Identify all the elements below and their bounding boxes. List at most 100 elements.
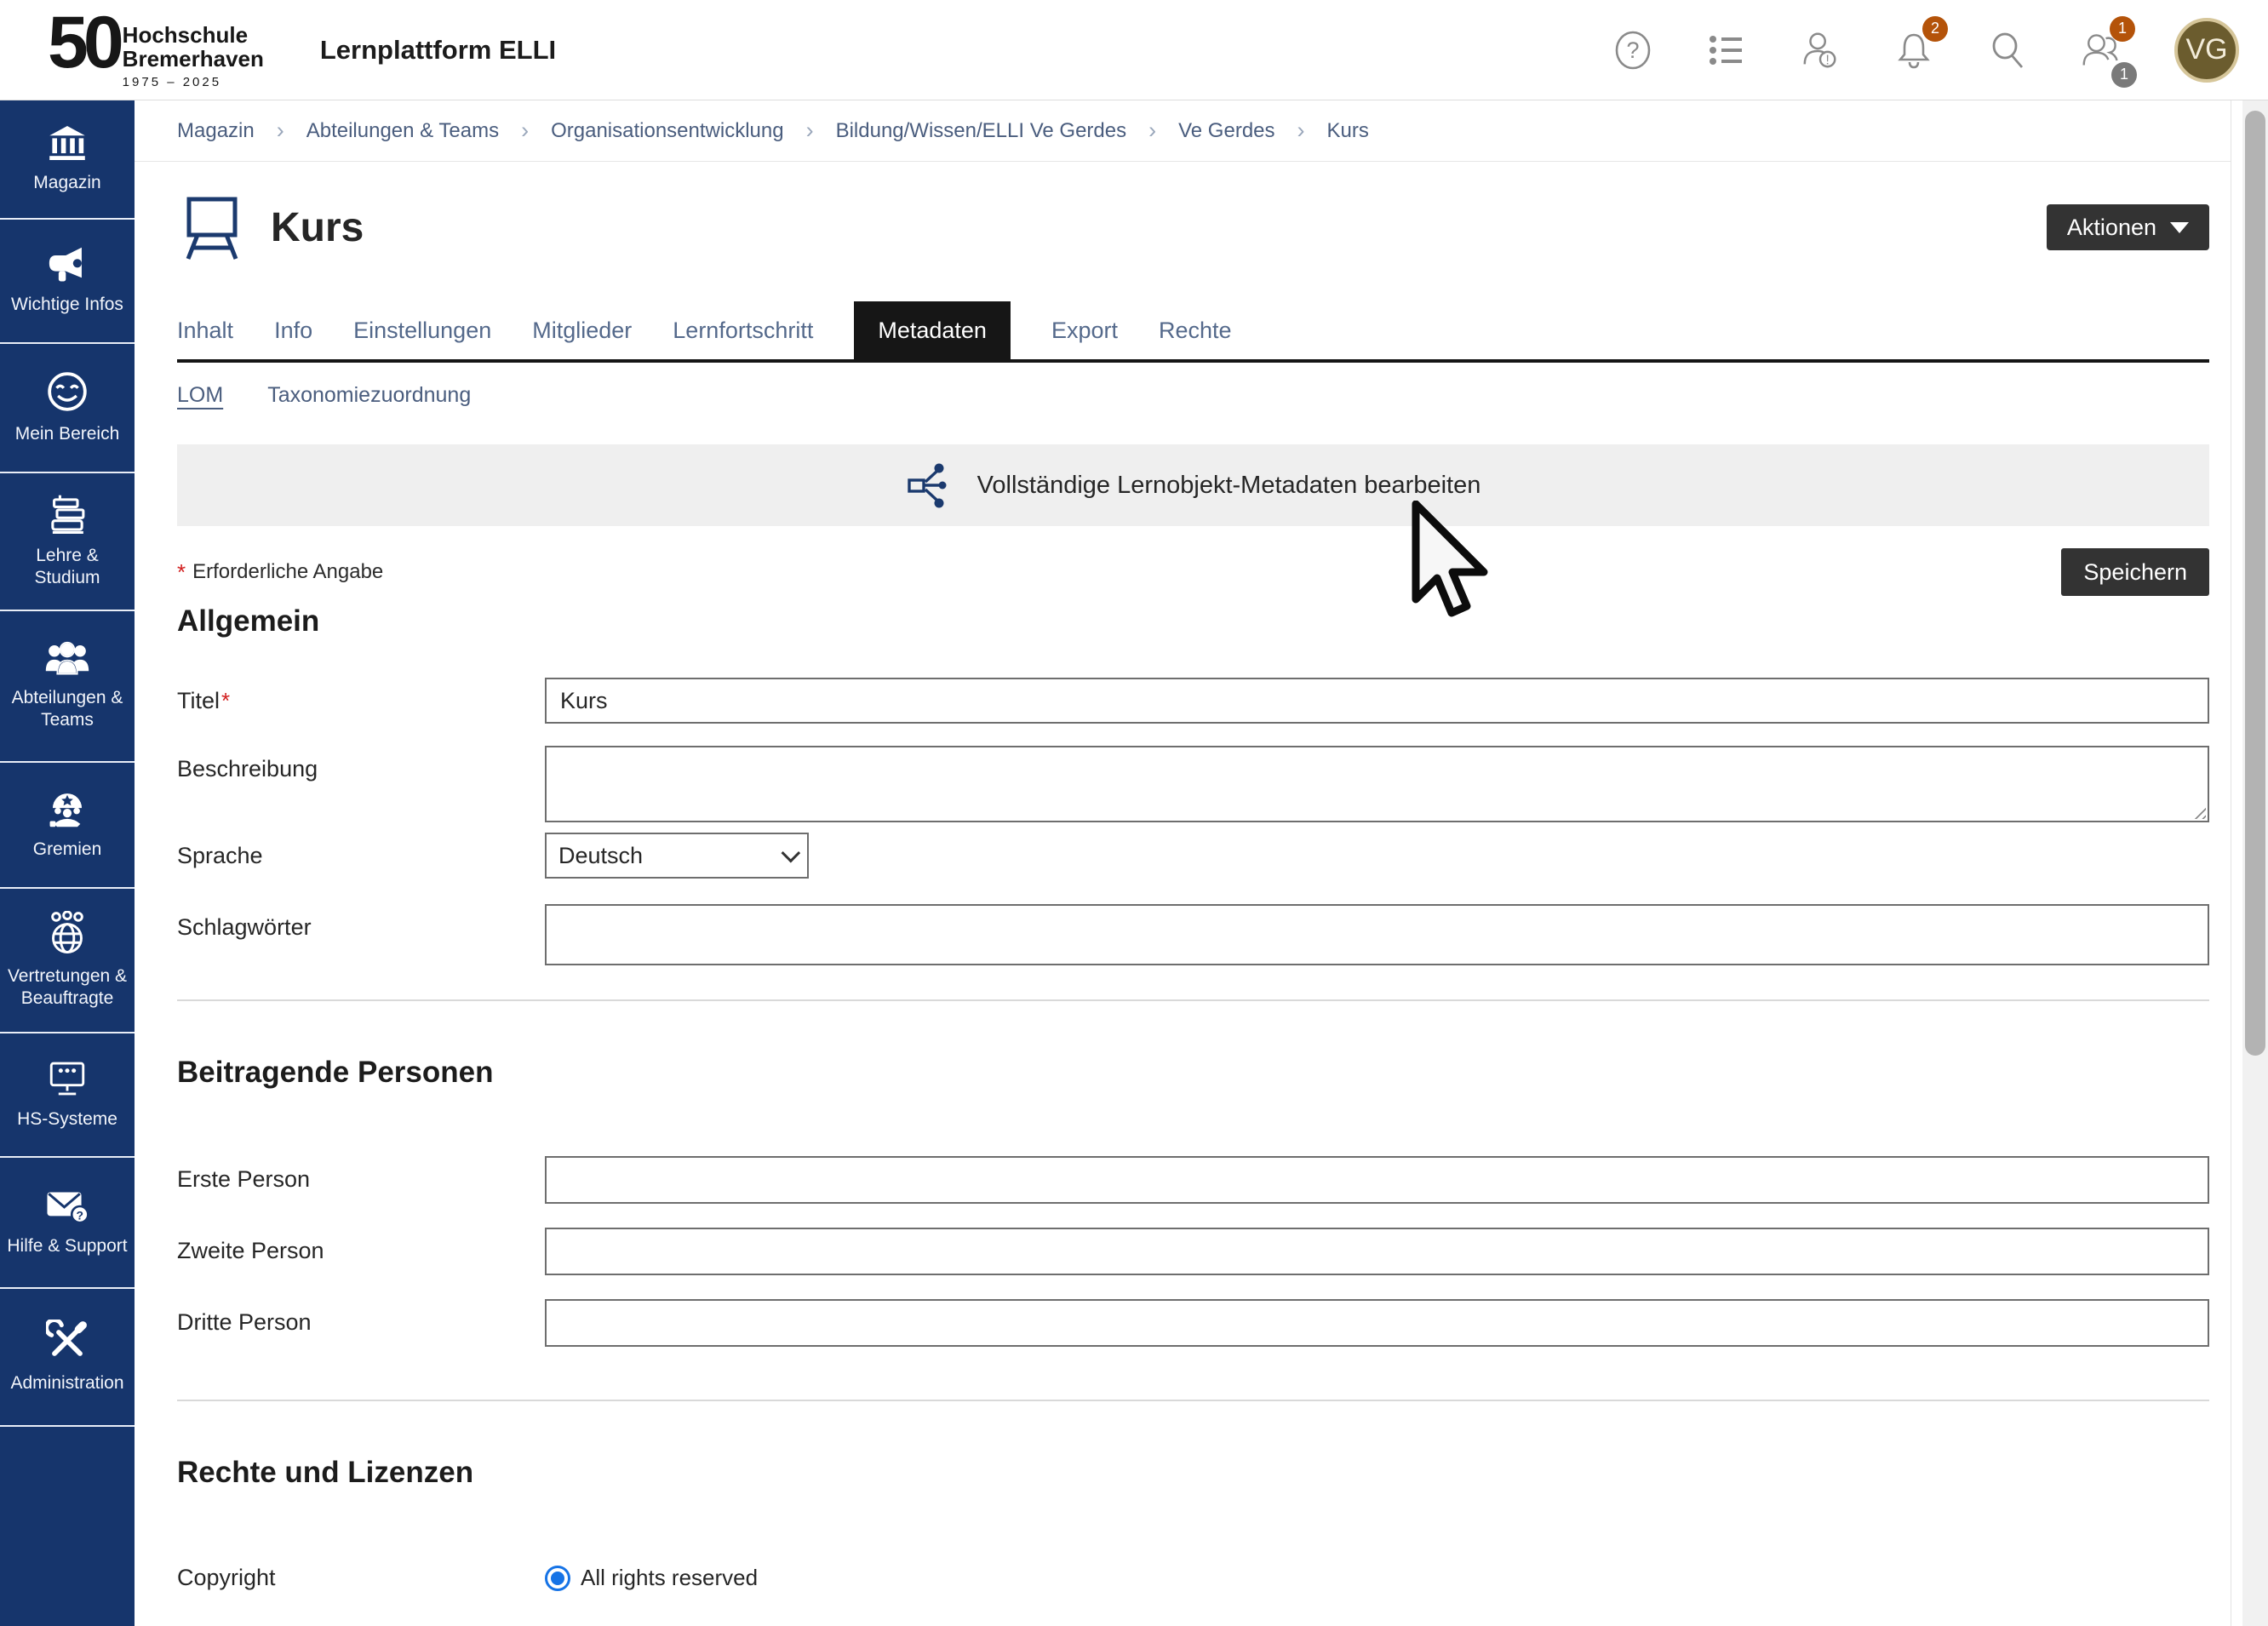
actions-button[interactable]: Aktionen: [2047, 204, 2209, 250]
required-asterisk: *: [177, 559, 186, 586]
main-content: Magazin › Abteilungen & Teams › Organisa…: [135, 100, 2231, 1626]
breadcrumb-link[interactable]: Abteilungen & Teams: [306, 119, 499, 143]
sidebar-item-label: Hilfe & Support: [7, 1235, 127, 1257]
dritte-person-input[interactable]: [545, 1299, 2209, 1347]
breadcrumb-separator-icon: ›: [521, 117, 529, 144]
course-board-icon: [177, 192, 247, 262]
copyright-radio-label: All rights reserved: [581, 1565, 758, 1591]
smiley-icon: [46, 370, 89, 413]
subtab-lom[interactable]: LOM: [177, 383, 223, 408]
tab-bar: Inhalt Info Einstellungen Mitglieder Ler…: [177, 301, 2209, 363]
breadcrumb-link[interactable]: Bildung/Wissen/ELLI Ve Gerdes: [836, 119, 1127, 143]
notifications-bell-icon[interactable]: 2: [1893, 30, 1934, 71]
bell-badge: 2: [1922, 16, 1948, 42]
logo-50: 50: [48, 10, 119, 76]
copyright-radio[interactable]: [545, 1566, 570, 1591]
mail-question-icon: ?: [44, 1188, 90, 1225]
edit-full-metadata-banner[interactable]: Vollständige Lernobjekt-Metadaten bearbe…: [177, 444, 2209, 526]
tab-export[interactable]: Export: [1051, 301, 1118, 359]
tab-einstellungen[interactable]: Einstellungen: [353, 301, 491, 359]
logo-name-line1: Hochschule: [123, 24, 264, 47]
svg-text:?: ?: [77, 1209, 84, 1222]
sidebar-item-abteilungen-teams[interactable]: Abteilungen & Teams: [0, 611, 135, 763]
avatar[interactable]: VG: [2174, 18, 2239, 83]
sidebar-item-magazin[interactable]: Magazin: [0, 100, 135, 220]
schlagwoerter-label: Schlagwörter: [177, 904, 545, 941]
edit-full-metadata-label: Vollständige Lernobjekt-Metadaten bearbe…: [977, 472, 1481, 500]
chevron-down-icon: [782, 844, 801, 863]
subtab-bar: LOM Taxonomiezuordnung: [177, 378, 2209, 412]
required-hint: Erforderliche Angabe: [192, 560, 383, 584]
globe-people-icon: [45, 911, 89, 955]
help-icon[interactable]: ?: [1612, 30, 1653, 71]
scrollbar-thumb[interactable]: [2245, 111, 2265, 1056]
breadcrumb-separator-icon: ›: [277, 117, 284, 144]
tab-mitglieder[interactable]: Mitglieder: [532, 301, 632, 359]
section-divider: [177, 1400, 2209, 1401]
titel-input[interactable]: [545, 678, 2209, 724]
beschreibung-textarea[interactable]: [545, 746, 2209, 822]
sidebar-item-gremien[interactable]: Gremien: [0, 763, 135, 889]
tab-inhalt[interactable]: Inhalt: [177, 301, 233, 359]
contacts-badge-new: 1: [2110, 16, 2135, 42]
section-heading-allgemein: Allgemein: [177, 604, 2209, 638]
sidebar-item-label: Lehre & Studium: [3, 545, 131, 590]
sidebar-item-wichtige-infos[interactable]: Wichtige Infos: [0, 220, 135, 344]
breadcrumb-link[interactable]: Organisationsentwicklung: [551, 119, 783, 143]
people-group-icon: [44, 641, 90, 677]
zweite-person-input[interactable]: [545, 1228, 2209, 1275]
sidebar-item-administration[interactable]: Administration: [0, 1289, 135, 1427]
beschreibung-label: Beschreibung: [177, 746, 545, 782]
actions-button-label: Aktionen: [2067, 215, 2156, 241]
sidebar-item-mein-bereich[interactable]: Mein Bereich: [0, 344, 135, 473]
subtab-taxonomiezuordnung[interactable]: Taxonomiezuordnung: [267, 383, 471, 408]
university-logo: 50 Hochschule Bremerhaven 1975 – 2025: [48, 10, 264, 89]
save-button[interactable]: Speichern: [2061, 548, 2209, 596]
sidebar-item-label: Abteilungen & Teams: [3, 687, 131, 732]
tab-lernfortschritt[interactable]: Lernfortschritt: [673, 301, 813, 359]
todo-list-icon[interactable]: [1706, 30, 1747, 71]
sidebar-empty-space: [0, 1427, 135, 1626]
erste-person-label: Erste Person: [177, 1156, 545, 1193]
sidebar-item-label: HS-Systeme: [17, 1108, 117, 1131]
breadcrumb-link[interactable]: Magazin: [177, 119, 255, 143]
sidebar-item-hilfe-support[interactable]: ? Hilfe & Support: [0, 1158, 135, 1289]
titel-label: Titel*: [177, 678, 545, 714]
main-sidebar: Magazin Wichtige Infos Mein Bereich: [0, 100, 135, 1626]
scrollbar-track[interactable]: [2242, 100, 2268, 1626]
metadata-tree-icon: [906, 461, 954, 509]
breadcrumb-separator-icon: ›: [1297, 117, 1305, 144]
section-heading-beitragende-personen: Beitragende Personen: [177, 1056, 2209, 1090]
online-status-icon[interactable]: !: [1800, 30, 1841, 71]
search-icon[interactable]: [1987, 30, 2028, 71]
section-heading-rechte-lizenzen: Rechte und Lizenzen: [177, 1456, 2209, 1490]
sprache-select[interactable]: Deutsch: [545, 833, 809, 879]
svg-text:?: ?: [1626, 37, 1639, 63]
sidebar-item-label: Gremien: [33, 839, 102, 861]
section-divider: [177, 999, 2209, 1001]
schlagwoerter-input[interactable]: [545, 904, 2209, 965]
chevron-down-icon: [2170, 222, 2189, 233]
breadcrumb-link[interactable]: Ve Gerdes: [1178, 119, 1274, 143]
logo-anniversary: 1975 – 2025: [123, 75, 264, 89]
titel-label-text: Titel: [177, 688, 220, 713]
sprache-label: Sprache: [177, 833, 545, 869]
tab-info[interactable]: Info: [274, 301, 312, 359]
svg-text:!: !: [1825, 53, 1829, 67]
tab-rechte[interactable]: Rechte: [1159, 301, 1232, 359]
tab-metadaten[interactable]: Metadaten: [854, 301, 1011, 359]
contacts-icon[interactable]: 1 1: [2081, 30, 2122, 71]
copyright-label: Copyright: [177, 1565, 545, 1591]
sidebar-item-label: Magazin: [33, 172, 100, 194]
top-header: 50 Hochschule Bremerhaven 1975 – 2025 Le…: [0, 0, 2268, 100]
sidebar-item-lehre-studium[interactable]: Lehre & Studium: [0, 473, 135, 611]
breadcrumb-separator-icon: ›: [1148, 117, 1156, 144]
breadcrumb-link[interactable]: Kurs: [1327, 119, 1369, 143]
sidebar-item-label: Wichtige Infos: [11, 294, 123, 316]
sidebar-item-hs-systeme[interactable]: HS-Systeme: [0, 1033, 135, 1158]
app-title: Lernplattform ELLI: [320, 35, 556, 66]
sidebar-item-vertretungen-beauftragte[interactable]: Vertretungen & Beauftragte: [0, 889, 135, 1033]
required-asterisk: *: [221, 688, 230, 713]
erste-person-input[interactable]: [545, 1156, 2209, 1204]
breadcrumb-separator-icon: ›: [806, 117, 814, 144]
